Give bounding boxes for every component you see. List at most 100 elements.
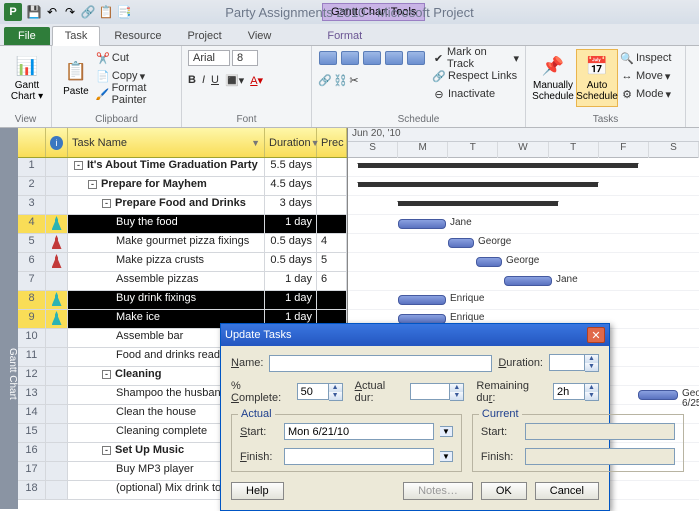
pct-25-button[interactable] — [341, 51, 359, 65]
resource-tab[interactable]: Resource — [102, 27, 173, 45]
spinner-buttons[interactable]: ▲▼ — [450, 383, 464, 401]
pct-0-button[interactable] — [319, 51, 337, 65]
task-tab[interactable]: Task — [52, 26, 101, 46]
gantt-chart-button[interactable]: 📊 GanttChart ▾ — [6, 49, 48, 107]
cut-button[interactable]: ✂️Cut — [96, 49, 175, 67]
undo-icon[interactable]: ↶ — [44, 4, 60, 20]
col-duration[interactable]: Duration▼ — [265, 128, 317, 157]
help-button[interactable]: Help — [231, 482, 284, 500]
task-bar[interactable] — [448, 238, 474, 248]
finish-label: Finish: — [481, 451, 519, 463]
dropdown-icon[interactable]: ▼ — [440, 426, 453, 437]
col-pred[interactable]: Prec — [317, 128, 347, 157]
day-header: T — [549, 142, 599, 158]
italic-button[interactable]: I — [202, 74, 205, 86]
table-row[interactable]: 2-Prepare for Mayhem4.5 days — [18, 177, 347, 196]
start-label: Start: — [481, 426, 519, 438]
pct-100-button[interactable] — [407, 51, 425, 65]
summary-bar[interactable] — [398, 201, 558, 206]
task-bar[interactable] — [476, 257, 502, 267]
save-icon[interactable]: 💾 — [26, 4, 42, 20]
mode-button[interactable]: ⚙Mode ▾ — [620, 85, 671, 103]
name-input[interactable] — [269, 355, 492, 372]
format-tab[interactable]: Format — [313, 27, 376, 45]
resource-label: Enrique — [450, 312, 484, 323]
table-row[interactable]: 3-Prepare Food and Drinks3 days — [18, 196, 347, 215]
person-icon — [52, 292, 62, 306]
table-row[interactable]: 6Make pizza crusts0.5 days5 — [18, 253, 347, 272]
view-sidebar[interactable]: Gantt Chart — [0, 128, 18, 509]
percent-row — [318, 49, 426, 67]
actual-finish-input[interactable] — [284, 448, 434, 465]
collapse-icon[interactable]: - — [74, 161, 83, 170]
bold-button[interactable]: B — [188, 74, 196, 86]
move-button[interactable]: ↔Move ▾ — [620, 67, 671, 85]
table-row[interactable]: 4Buy the food1 day — [18, 215, 347, 234]
qat-icon[interactable]: 📋 — [98, 4, 114, 20]
remaining-dur-input[interactable] — [553, 383, 585, 400]
font-name-select[interactable]: Arial — [188, 50, 230, 66]
manually-schedule-button[interactable]: 📌 ManuallySchedule — [532, 49, 574, 107]
qat-icon[interactable]: 🔗 — [80, 4, 96, 20]
notes-button: Notes… — [403, 482, 473, 500]
format-painter-button[interactable]: 🖌️Format Painter — [96, 85, 175, 103]
actual-start-input[interactable] — [284, 423, 434, 440]
summary-bar[interactable] — [358, 163, 638, 168]
app-logo: P — [4, 3, 22, 21]
actual-dur-input[interactable] — [410, 383, 450, 400]
table-row[interactable]: 1-It's About Time Graduation Party5.5 da… — [18, 158, 347, 177]
spinner-buttons[interactable]: ▲▼ — [329, 383, 343, 401]
underline-button[interactable]: U — [211, 74, 219, 86]
link-icon[interactable]: 🔗 — [318, 74, 332, 87]
font-color-button[interactable]: A▾ — [250, 74, 263, 87]
day-header: S — [649, 142, 699, 158]
pct-complete-input[interactable] — [297, 383, 329, 400]
inactivate-button[interactable]: ⊖Inactivate — [432, 85, 519, 103]
summary-bar[interactable] — [358, 182, 598, 187]
qat-icon[interactable]: 📑 — [116, 4, 132, 20]
col-task-name[interactable]: Task Name▼ — [68, 128, 265, 157]
paste-button[interactable]: 📋 Paste — [58, 49, 94, 107]
cancel-button[interactable]: Cancel — [535, 482, 599, 500]
fill-color-button[interactable]: 🔳▾ — [225, 74, 244, 87]
spinner-buttons[interactable]: ▲▼ — [585, 383, 599, 401]
start-label: Start: — [240, 426, 278, 438]
collapse-icon[interactable]: - — [102, 199, 111, 208]
mark-on-track-button[interactable]: ✔Mark on Track ▾ — [432, 49, 519, 67]
inspect-button[interactable]: 🔍Inspect — [620, 49, 671, 67]
split-icon[interactable]: ✂︎ — [349, 74, 358, 87]
dialog-title-bar[interactable]: Update Tasks ✕ — [221, 324, 609, 346]
view-tab[interactable]: View — [236, 27, 284, 45]
collapse-icon[interactable]: - — [102, 370, 111, 379]
task-bar[interactable] — [638, 390, 678, 400]
resource-label: George — [506, 255, 539, 266]
chevron-down-icon[interactable]: ▼ — [251, 138, 260, 148]
collapse-icon[interactable]: - — [102, 446, 111, 455]
task-bar[interactable] — [504, 276, 552, 286]
update-tasks-dialog: Update Tasks ✕ Name: Duration: ▲▼ % Comp… — [220, 323, 610, 511]
pct-50-button[interactable] — [363, 51, 381, 65]
person-icon — [52, 235, 62, 249]
collapse-icon[interactable]: - — [88, 180, 97, 189]
inactivate-icon: ⊖ — [432, 88, 446, 101]
table-row[interactable]: 8Buy drink fixings1 day — [18, 291, 347, 310]
project-tab[interactable]: Project — [175, 27, 233, 45]
task-bar[interactable] — [398, 219, 446, 229]
title-bar: P 💾 ↶ ↷ 🔗 📋 📑 Gantt Chart Tools Party As… — [0, 0, 699, 24]
unlink-icon[interactable]: ⛓️ — [334, 74, 348, 87]
table-row[interactable]: 7Assemble pizzas1 day6 — [18, 272, 347, 291]
close-icon[interactable]: ✕ — [587, 327, 605, 343]
spinner-buttons[interactable]: ▲▼ — [585, 354, 599, 372]
redo-icon[interactable]: ↷ — [62, 4, 78, 20]
file-tab[interactable]: File — [4, 27, 50, 45]
dropdown-icon[interactable]: ▼ — [440, 451, 453, 462]
pct-75-button[interactable] — [385, 51, 403, 65]
auto-schedule-button[interactable]: 📅 AutoSchedule — [576, 49, 618, 107]
font-size-select[interactable]: 8 — [232, 50, 258, 66]
table-row[interactable]: 5Make gourmet pizza fixings0.5 days4 — [18, 234, 347, 253]
duration-input[interactable] — [549, 354, 585, 371]
respect-links-button[interactable]: 🔗Respect Links — [432, 67, 519, 85]
task-bar[interactable] — [398, 295, 446, 305]
pin-icon: 📌 — [541, 54, 565, 78]
ok-button[interactable]: OK — [481, 482, 527, 500]
